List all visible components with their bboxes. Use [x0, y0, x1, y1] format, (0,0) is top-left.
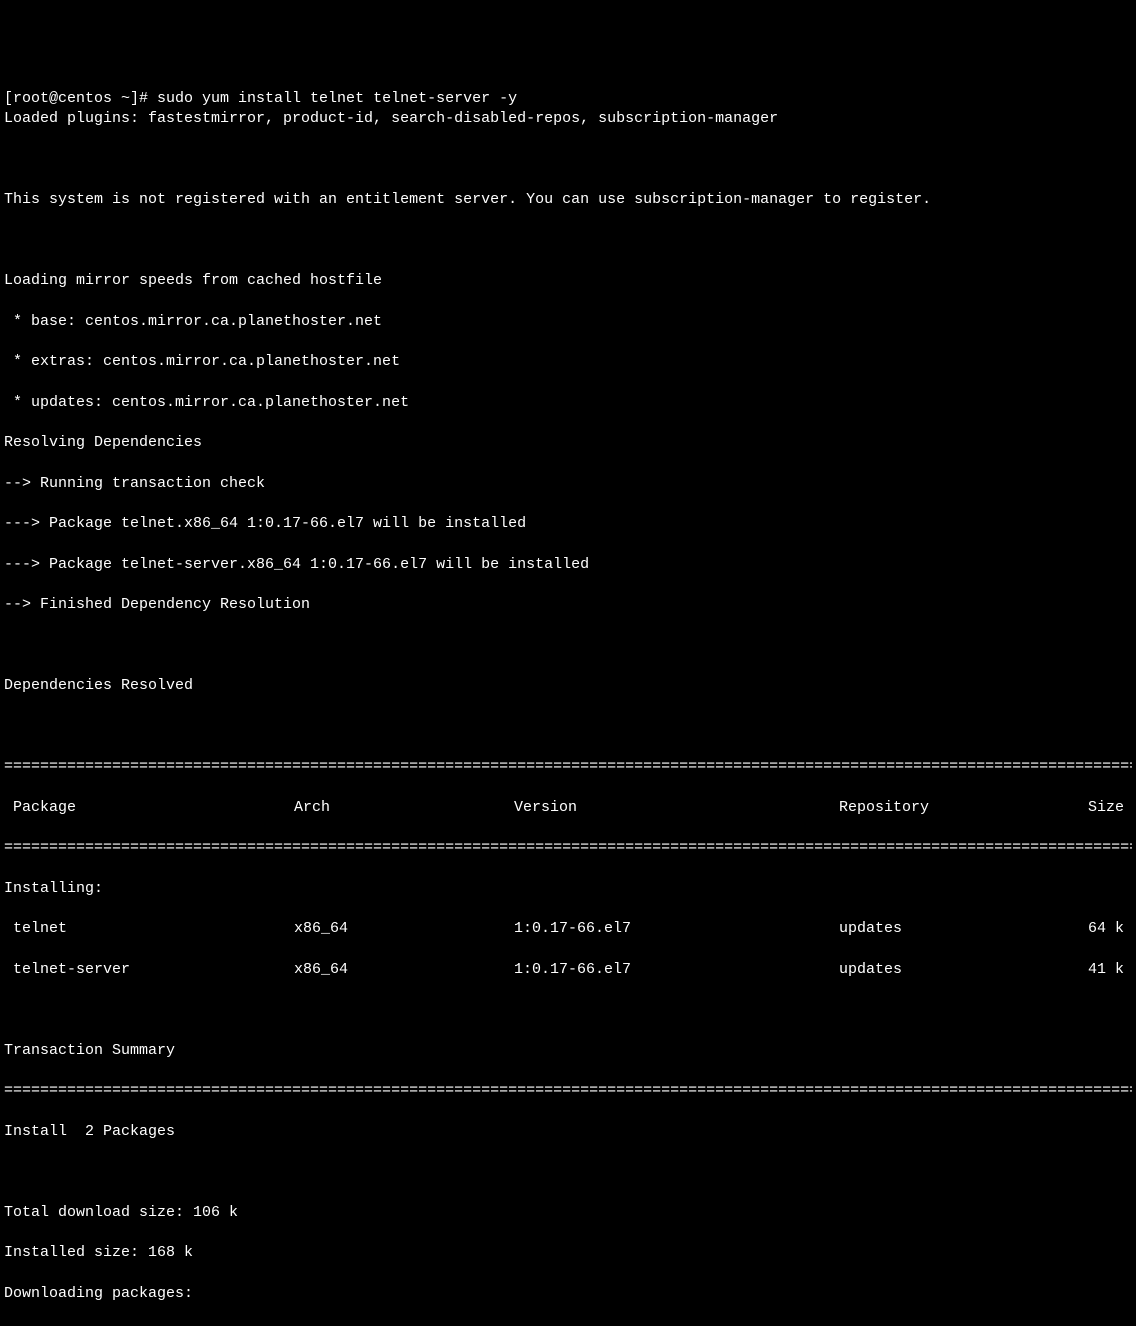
divider-line: ========================================… — [4, 1081, 1132, 1101]
output-line: Dependencies Resolved — [4, 676, 1132, 696]
output-line: ---> Package telnet.x86_64 1:0.17-66.el7… — [4, 514, 1132, 534]
cell-version: 1:0.17-66.el7 — [514, 919, 839, 939]
output-line: * base: centos.mirror.ca.planethoster.ne… — [4, 312, 1132, 332]
output-line: Total download size: 106 k — [4, 1203, 1132, 1223]
cell-package: telnet-server — [4, 960, 294, 980]
header-arch: Arch — [294, 798, 514, 818]
output-line: Loaded plugins: fastestmirror, product-i… — [4, 109, 1132, 129]
divider-line: ========================================… — [4, 838, 1132, 858]
cell-version: 1:0.17-66.el7 — [514, 960, 839, 980]
header-size: Size — [1039, 798, 1132, 818]
output-line: --> Finished Dependency Resolution — [4, 595, 1132, 615]
cell-package: telnet — [4, 919, 294, 939]
table-header: PackageArchVersionRepositorySize — [4, 798, 1132, 818]
output-blank — [4, 231, 1132, 251]
output-line: --> Running transaction check — [4, 474, 1132, 494]
table-row: telnetx86_641:0.17-66.el7updates64 k — [4, 919, 1132, 939]
terminal-output[interactable]: [root@centos ~]# sudo yum install telnet… — [4, 89, 1132, 1326]
output-blank — [4, 150, 1132, 170]
output-blank — [4, 1162, 1132, 1182]
command-text: sudo yum install telnet telnet-server -y — [157, 90, 517, 107]
output-blank — [4, 717, 1132, 737]
cell-size: 41 k — [1039, 960, 1132, 980]
output-line: Transaction Summary — [4, 1041, 1132, 1061]
cell-arch: x86_64 — [294, 919, 514, 939]
cell-arch: x86_64 — [294, 960, 514, 980]
output-blank — [4, 636, 1132, 656]
output-line: Downloading packages: — [4, 1284, 1132, 1304]
cell-repository: updates — [839, 919, 1039, 939]
cell-size: 64 k — [1039, 919, 1132, 939]
output-line: This system is not registered with an en… — [4, 190, 1132, 210]
output-line: Install 2 Packages — [4, 1122, 1132, 1142]
output-line: ---> Package telnet-server.x86_64 1:0.17… — [4, 555, 1132, 575]
output-line: Loading mirror speeds from cached hostfi… — [4, 271, 1132, 291]
header-repository: Repository — [839, 798, 1039, 818]
output-blank — [4, 1000, 1132, 1020]
output-line: Resolving Dependencies — [4, 433, 1132, 453]
table-row: telnet-serverx86_641:0.17-66.el7updates4… — [4, 960, 1132, 980]
output-line: Installed size: 168 k — [4, 1243, 1132, 1263]
header-version: Version — [514, 798, 839, 818]
output-line: * extras: centos.mirror.ca.planethoster.… — [4, 352, 1132, 372]
output-line: * updates: centos.mirror.ca.planethoster… — [4, 393, 1132, 413]
cell-repository: updates — [839, 960, 1039, 980]
header-package: Package — [4, 798, 294, 818]
section-label: Installing: — [4, 879, 1132, 899]
divider-line: ========================================… — [4, 757, 1132, 777]
shell-prompt: [root@centos ~]# — [4, 90, 157, 107]
